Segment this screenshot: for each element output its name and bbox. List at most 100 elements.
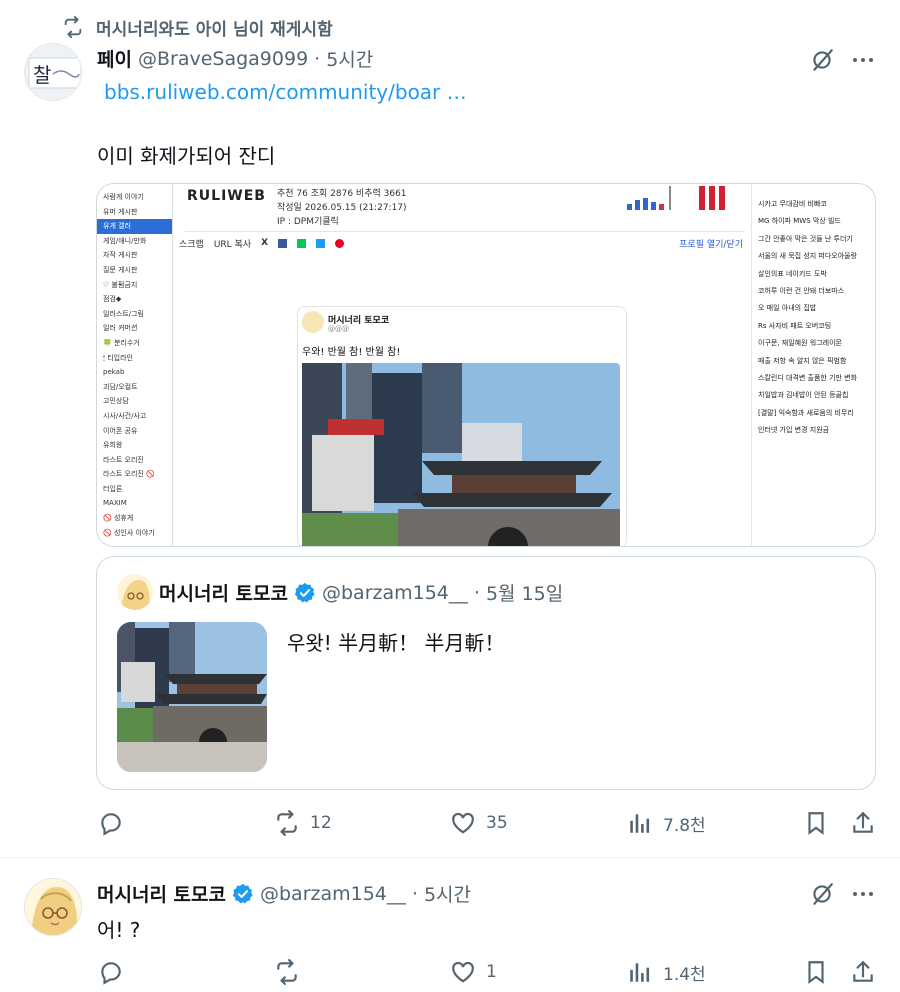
site-right-item: 매출 저항 속 알지 않은 픽범함: [758, 356, 847, 365]
post-header: 페이 @BraveSaga9099 · 5시간: [97, 45, 373, 72]
site-sidebar: 사람게 이야기 유머 게시판 유게 갤러 게임/애니/만화 자작 게시판 질문 게시판 ♡ …: [97, 184, 173, 546]
grok-button[interactable]: [806, 45, 838, 75]
bookmark-icon: [808, 961, 824, 984]
grok-button[interactable]: [806, 879, 838, 909]
quote-author-name[interactable]: 머시너리 토모코: [159, 579, 288, 606]
like-count: 1: [486, 962, 497, 982]
timestamp[interactable]: 5시간: [424, 880, 471, 907]
naver-share-icon: [297, 238, 307, 248]
repost-icon: [277, 810, 297, 836]
site-sidebar-item: 유희왕: [103, 441, 123, 450]
post-text: 어! ?: [97, 918, 141, 942]
embedded-tweet: 머시너리 토모코 @@@ 우와! 반월 참! 반월 참!: [297, 306, 627, 546]
site-toolbar-url: URL 복사: [213, 239, 252, 250]
like-count: 35: [486, 813, 508, 833]
bookmark-button[interactable]: [803, 810, 829, 836]
share-icon: [853, 811, 873, 833]
verified-badge-icon: [232, 883, 253, 903]
site-sidebar-item: 🚫 성인사 이야기: [103, 528, 155, 537]
share-icon: [853, 960, 873, 982]
site-sidebar-item: 🍀 분리수거: [103, 338, 140, 347]
site-sidebar-item: 유게 갤러: [97, 219, 172, 234]
avatar-image: [25, 879, 81, 935]
site-ip: IP : DPM기클릭: [277, 217, 339, 227]
author-name[interactable]: 페이: [97, 45, 132, 72]
site-sidebar-item: pekab: [103, 368, 125, 377]
site-right-list: 시카고 무대감비 비빠코 MG 하이파 MWS 막상 빌드 그간 안좋아 막은 것들…: [751, 184, 875, 546]
quote-avatar-image: [117, 574, 153, 610]
site-right-item: [결말] 익숙함과 새로움의 비무리: [758, 408, 854, 417]
author-handle[interactable]: @BraveSaga9099: [138, 48, 308, 70]
heart-icon: [452, 812, 474, 834]
repost-icon: [64, 16, 82, 38]
avatar[interactable]: 찰: [24, 43, 82, 101]
site-right-item: 코허루 이런 건 안돼 더보마스: [758, 287, 845, 296]
post-media[interactable]: 사람게 이야기 유머 게시판 유게 갤러 게임/애니/만화 자작 게시판 질문 게시판 ♡ …: [96, 183, 876, 547]
site-right-item: Rs 사자비 패트 오버코팅: [758, 321, 832, 330]
post-divider: [0, 857, 900, 858]
post-text: 이미 화제가되어 잔디: [97, 144, 276, 168]
reply-button[interactable]: [98, 959, 134, 985]
quote-avatar[interactable]: [117, 574, 153, 610]
reply-button[interactable]: [98, 810, 134, 836]
site-sidebar-item: 라스트 오리진 🚫: [103, 470, 155, 479]
blog-share-icon: [316, 238, 326, 248]
site-right-item: 치일밥과 김네밥이 안된 등골칩: [758, 391, 849, 400]
bookmark-button[interactable]: [803, 959, 829, 985]
site-bar-graphic: [627, 186, 725, 210]
quote-date[interactable]: 5월 15일: [486, 579, 563, 606]
site-sidebar-item: 터입론: [103, 484, 123, 493]
separator: ·: [314, 47, 321, 70]
site-date: 작성일 2026.05.15 (21:27:17): [277, 203, 407, 213]
views-button[interactable]: 1.4천: [627, 959, 706, 985]
site-right-item: 오 매일 아내의 집밥: [758, 304, 817, 313]
like-button[interactable]: 1: [450, 959, 497, 985]
site-sidebar-item: 시사/사건/사고: [103, 411, 147, 420]
site-sidebar-item: 게임/애니/만화: [103, 236, 147, 245]
repost-button[interactable]: 12: [274, 810, 332, 836]
quote-tweet[interactable]: 머시너리 토모코 @barzam154__ · 5월 15일 우왓! 半月斬！ …: [96, 556, 876, 790]
site-toolbar-scrap: 스크랩: [179, 239, 204, 250]
more-button[interactable]: [848, 879, 878, 909]
site-logo: RULIWEB: [187, 188, 266, 204]
post-link[interactable]: bbs.ruliweb.com/community/boar …: [104, 80, 467, 104]
quote-header: 머시너리 토모코 @barzam154__ · 5월 15일: [159, 579, 563, 606]
quote-thumbnail[interactable]: [117, 622, 267, 772]
repost-text[interactable]: 머시너리와도 아이 님이 재게시함: [96, 15, 333, 40]
timestamp[interactable]: 5시간: [326, 45, 373, 72]
site-sidebar-item: 질문 게시판: [103, 265, 138, 274]
site-right-item: 그간 안좋아 막은 것들 난 투더기: [758, 234, 853, 243]
site-sidebar-item: 자작 게시판: [103, 251, 138, 260]
views-button[interactable]: 7.8천: [627, 810, 706, 836]
more-icon: [853, 892, 873, 896]
like-button[interactable]: 35: [450, 810, 508, 836]
heart-icon: [452, 961, 474, 983]
share-button[interactable]: [850, 810, 876, 836]
site-right-item: 스칼린디 대격변 출품한 기만 변화: [758, 374, 858, 383]
post-header: 머시너리 토모코 @barzam154__ · 5시간: [97, 880, 471, 907]
repost-button[interactable]: [274, 959, 310, 985]
site-header: RULIWEB 추천 76 조회 2876 비추력 3661 작성일 2026.…: [185, 184, 745, 232]
views-count: 1.4천: [663, 964, 706, 985]
site-right-item: MG 하이파 MWS 막상 빌드: [758, 217, 841, 226]
more-button[interactable]: [848, 45, 878, 75]
quote-author-handle[interactable]: @barzam154__: [322, 582, 468, 604]
separator: ·: [473, 581, 480, 604]
separator: ·: [411, 882, 418, 905]
x-share-icon: X: [261, 238, 269, 248]
views-icon: [630, 814, 650, 833]
site-sidebar-item: 🕯 티입라인: [103, 353, 133, 362]
site-stats: 추천 76 조회 2876 비추력 3661: [277, 189, 407, 199]
author-handle[interactable]: @barzam154__: [260, 883, 406, 905]
site-sidebar-item: MAXIM: [103, 499, 127, 508]
embedded-photo: [302, 363, 620, 546]
share-button[interactable]: [850, 959, 876, 985]
site-right-item: 살인의표 네이키드 도박: [758, 269, 827, 278]
site-toolbar: 스크랩 URL 복사 X 프로필 열기/닫기: [177, 232, 747, 254]
author-name[interactable]: 머시너리 토모코: [97, 880, 226, 907]
site-sidebar-item: 점검◆: [103, 295, 122, 304]
avatar[interactable]: [24, 878, 82, 936]
grok-icon: [813, 49, 833, 71]
site-right-item: 서울의 새 묵집 성지 떠다오아울랑: [758, 252, 858, 261]
quote-text: 우왓! 半月斬！ 半月斬！: [287, 631, 505, 655]
